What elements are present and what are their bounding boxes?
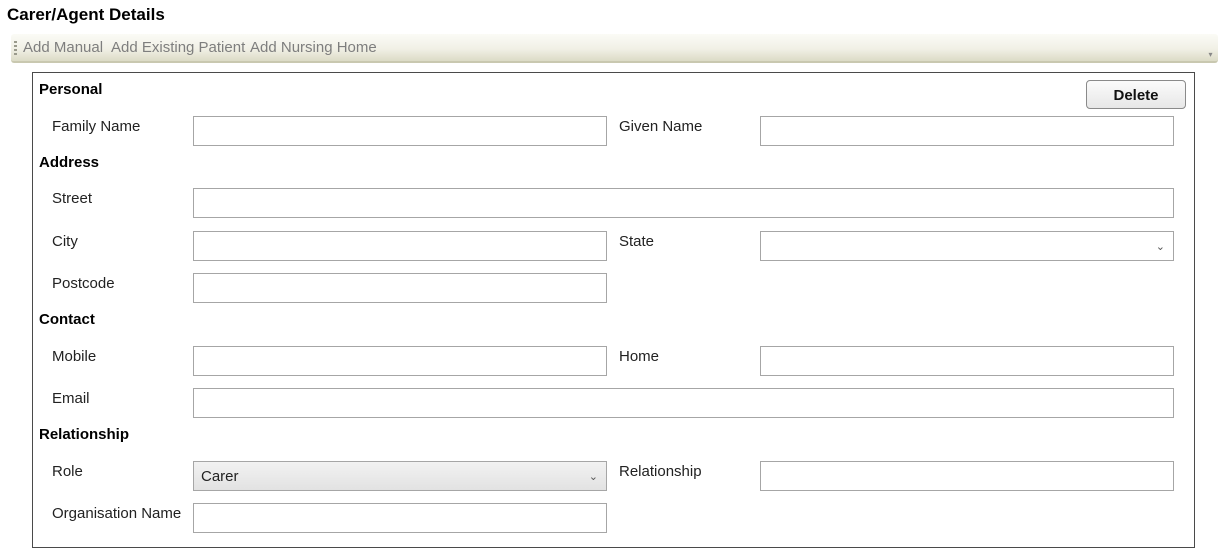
chevron-down-icon: ⌄	[588, 471, 598, 483]
postcode-label: Postcode	[52, 275, 115, 292]
family-name-label: Family Name	[52, 118, 141, 135]
page-title: Carer/Agent Details	[7, 5, 165, 24]
organisation-name-label: Organisation Name	[52, 505, 182, 522]
section-relationship: Relationship	[39, 426, 130, 443]
given-name-label: Given Name	[619, 118, 703, 135]
email-input[interactable]	[193, 388, 1174, 418]
relationship-label: Relationship	[619, 463, 702, 480]
city-input[interactable]	[193, 231, 607, 261]
add-existing-patient-button[interactable]: Add Existing Patient	[111, 39, 245, 56]
mobile-label: Mobile	[52, 348, 97, 365]
postcode-input[interactable]	[193, 273, 607, 303]
add-nursing-home-button[interactable]: Add Nursing Home	[250, 39, 377, 56]
city-label: City	[52, 233, 78, 250]
section-contact: Contact	[39, 311, 95, 328]
add-manual-button[interactable]: Add Manual	[23, 39, 103, 56]
home-label: Home	[619, 348, 660, 365]
toolbar: Add Manual Add Existing Patient Add Nurs…	[11, 34, 1218, 63]
family-name-input[interactable]	[193, 116, 607, 146]
delete-button[interactable]: Delete	[1086, 80, 1186, 109]
relationship-input[interactable]	[760, 461, 1174, 491]
street-label: Street	[52, 190, 93, 207]
given-name-input[interactable]	[760, 116, 1174, 146]
role-select[interactable]: Carer ⌄	[193, 461, 607, 491]
section-personal: Personal	[39, 81, 103, 98]
toolbar-grip-icon[interactable]	[14, 41, 17, 56]
state-label: State	[619, 233, 655, 250]
chevron-down-icon[interactable]: ▾	[1206, 50, 1215, 59]
mobile-input[interactable]	[193, 346, 607, 376]
state-select[interactable]: ⌄	[760, 231, 1174, 261]
section-address: Address	[39, 154, 100, 171]
role-label: Role	[52, 463, 83, 480]
chevron-down-icon: ⌄	[1155, 241, 1165, 253]
organisation-name-input[interactable]	[193, 503, 607, 533]
home-input[interactable]	[760, 346, 1174, 376]
street-input[interactable]	[193, 188, 1174, 218]
email-label: Email	[52, 390, 90, 407]
role-select-value: Carer	[201, 468, 239, 485]
